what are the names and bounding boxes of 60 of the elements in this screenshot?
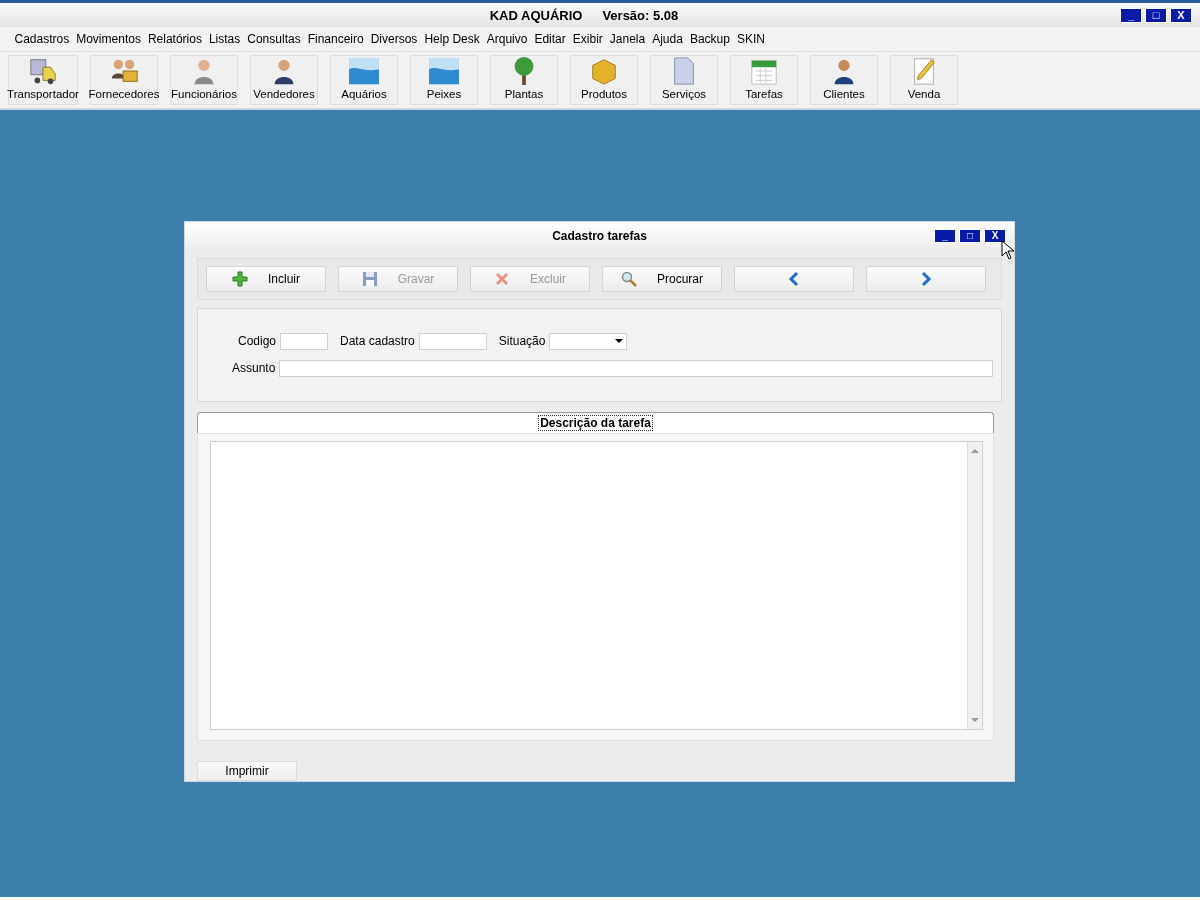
field-label: Assunto [232, 361, 276, 376]
toolbar-button[interactable]: Plantas [490, 55, 558, 105]
child-window-title: Cadastro tarefas [551, 228, 648, 243]
search-button[interactable]: Procurar [602, 265, 722, 292]
menu-item[interactable]: SKIN [733, 32, 769, 46]
previous-button[interactable] [734, 265, 854, 292]
toolbar-button[interactable]: Tarefas [730, 55, 798, 105]
scroll-down-arrow-icon[interactable] [971, 717, 979, 724]
code-field[interactable] [280, 332, 329, 350]
print-button[interactable]: Imprimir [197, 761, 297, 781]
toolbar-button[interactable]: Venda [890, 55, 958, 105]
minimize-button[interactable]: _ [934, 228, 956, 243]
tab[interactable]: Descrição da tarefa [538, 415, 653, 432]
subject-field[interactable] [279, 359, 993, 377]
close-button[interactable]: X [984, 228, 1006, 243]
menu-item[interactable]: Cadastros [11, 32, 73, 46]
menu-item[interactable]: Listas [205, 32, 244, 46]
menu-item[interactable]: Editar [530, 32, 570, 46]
menu-item[interactable]: Help Desk [420, 32, 484, 46]
plus-icon [232, 270, 248, 287]
minimize-button[interactable]: _ [1120, 7, 1142, 23]
toolbar-button[interactable]: Aquários [330, 55, 398, 105]
magnifier-icon [621, 270, 637, 287]
toolbar-button[interactable]: Fornecedores [90, 55, 158, 105]
maximize-button[interactable]: □ [1145, 7, 1167, 23]
toolbar-button[interactable]: Clientes [810, 55, 878, 105]
menu-item[interactable]: Arquivo [483, 32, 531, 46]
menu-item[interactable]: Relatórios [144, 32, 206, 46]
maximize-button[interactable]: □ [959, 228, 981, 243]
next-button[interactable] [866, 265, 986, 292]
toolbar-button[interactable]: Serviços [650, 55, 718, 105]
field-label: Data cadastro [340, 334, 415, 349]
close-button[interactable]: X [1170, 7, 1192, 23]
menu-item[interactable]: Consultas [243, 32, 305, 46]
toolbar-button[interactable]: Funcionários [170, 55, 238, 105]
menu-item[interactable]: Diversos [367, 32, 421, 46]
toolbar-button[interactable]: Vendedores [250, 55, 318, 105]
cross-icon [494, 270, 510, 287]
menu-item[interactable]: Exibir [569, 32, 607, 46]
menu-item[interactable]: Movimentos [72, 32, 145, 46]
toolbar-button[interactable]: Transportador [8, 55, 78, 105]
menu-item[interactable]: Ajuda [648, 32, 687, 46]
menu-item[interactable]: Janela [606, 32, 649, 46]
toolbar-button[interactable]: Peixes [410, 55, 478, 105]
toolbar-button[interactable]: Produtos [570, 55, 638, 105]
vertical-scrollbar[interactable] [967, 442, 982, 730]
date-field[interactable] [418, 332, 487, 350]
menu-item[interactable]: Financeiro [304, 32, 368, 46]
field-label: Situação [498, 334, 546, 349]
field-label: Codigo [238, 334, 277, 349]
scroll-up-arrow-icon[interactable] [971, 448, 979, 455]
truck-icon [27, 56, 59, 86]
menu-item[interactable]: Backup [686, 32, 734, 46]
water-icon [348, 56, 380, 86]
status-dropdown[interactable] [549, 332, 628, 350]
window-title: KAD AQUÁRIO [489, 7, 583, 23]
add-button[interactable]: Incluir [206, 265, 326, 292]
version-label: Versão: 5.08 [602, 7, 679, 23]
mouse-pointer-icon [1001, 240, 1015, 260]
water-icon [428, 56, 460, 86]
